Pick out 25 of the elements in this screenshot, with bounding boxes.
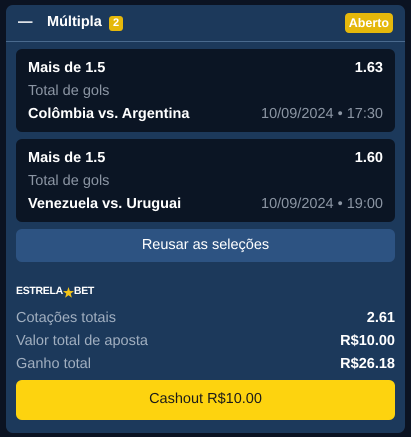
match-datetime: 10/09/2024 • 19:00	[261, 195, 383, 214]
match-name: Colômbia vs. Argentina	[28, 105, 190, 124]
status-label: Aberto	[344, 12, 393, 34]
summary-label: Cotações totais	[16, 309, 116, 328]
cashout-button[interactable]: Cashout R$10.00	[16, 380, 395, 420]
match-datetime: 10/09/2024 • 17:30	[261, 105, 383, 124]
logo-text: BET	[74, 284, 94, 300]
summary-value: R$10.00	[340, 332, 395, 352]
selection-name: Mais de 1.5	[28, 149, 106, 168]
odds-value: 1.63	[354, 59, 383, 78]
bet-title: Múltipla	[47, 13, 102, 32]
collapse-icon[interactable]: —	[18, 12, 32, 34]
logo-text: ESTRELA	[16, 284, 63, 300]
market-name: Total de gols	[28, 82, 110, 102]
reuse-selections-button[interactable]: Reusar as seleções	[16, 229, 395, 262]
market-name: Total de gols	[28, 172, 110, 192]
match-name: Venezuela vs. Uruguai	[28, 195, 182, 214]
odds-value: 1.60	[354, 149, 383, 168]
selection-count: 2	[109, 16, 124, 30]
star-icon	[62, 286, 74, 298]
summary-label: Ganho total	[16, 355, 91, 374]
summary-value: R$26.18	[340, 355, 395, 374]
summary-value: 2.61	[366, 309, 395, 328]
selection-name: Mais de 1.5	[28, 59, 106, 78]
summary-label: Valor total de aposta	[16, 332, 148, 352]
